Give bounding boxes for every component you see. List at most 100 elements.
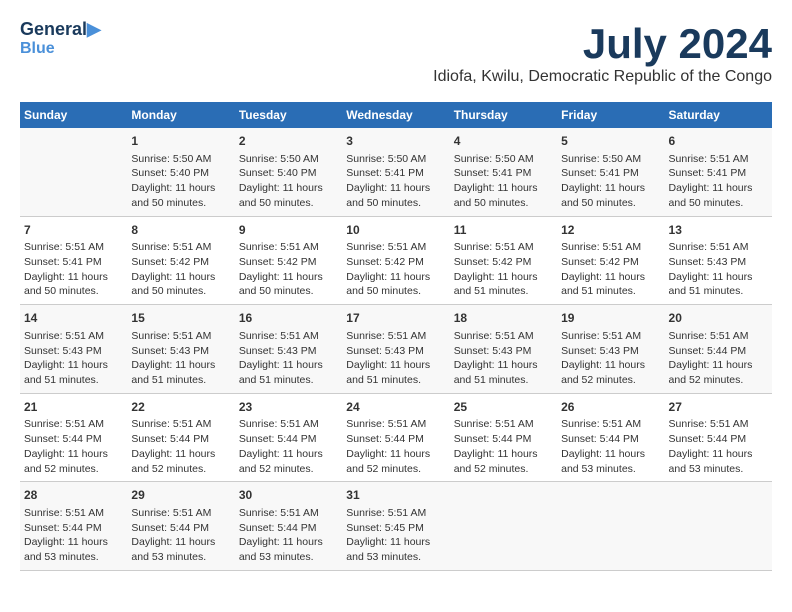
sunrise-text: Sunrise: 5:51 AM [669,418,749,430]
day-number: 22 [131,399,230,416]
calendar-cell [665,482,772,571]
calendar-cell: 6 Sunrise: 5:51 AM Sunset: 5:41 PM Dayli… [665,128,772,216]
sunrise-text: Sunrise: 5:51 AM [239,330,319,342]
sunset-text: Sunset: 5:41 PM [454,167,532,179]
daylight-text: Daylight: 11 hours and 50 minutes. [669,182,753,209]
calendar-cell: 27 Sunrise: 5:51 AM Sunset: 5:44 PM Dayl… [665,393,772,482]
sunset-text: Sunset: 5:40 PM [131,167,209,179]
day-number: 3 [346,133,445,150]
main-title: July 2024 [433,20,772,68]
sunset-text: Sunset: 5:43 PM [454,345,532,357]
sunset-text: Sunset: 5:42 PM [131,256,209,268]
daylight-text: Daylight: 11 hours and 50 minutes. [454,182,538,209]
calendar-cell: 7 Sunrise: 5:51 AM Sunset: 5:41 PM Dayli… [20,216,127,305]
calendar-cell: 14 Sunrise: 5:51 AM Sunset: 5:43 PM Dayl… [20,305,127,394]
calendar-cell: 11 Sunrise: 5:51 AM Sunset: 5:42 PM Dayl… [450,216,557,305]
daylight-text: Daylight: 11 hours and 51 minutes. [131,359,215,386]
sunset-text: Sunset: 5:42 PM [561,256,639,268]
subtitle: Idiofa, Kwilu, Democratic Republic of th… [433,68,772,86]
daylight-text: Daylight: 11 hours and 51 minutes. [346,359,430,386]
daylight-text: Daylight: 11 hours and 51 minutes. [239,359,323,386]
day-number: 18 [454,310,553,327]
sunrise-text: Sunrise: 5:51 AM [669,241,749,253]
sunset-text: Sunset: 5:44 PM [669,433,747,445]
sunrise-text: Sunrise: 5:50 AM [131,153,211,165]
sunrise-text: Sunrise: 5:51 AM [561,241,641,253]
day-number: 31 [346,487,445,504]
calendar-cell: 17 Sunrise: 5:51 AM Sunset: 5:43 PM Dayl… [342,305,449,394]
day-number: 15 [131,310,230,327]
calendar-cell: 31 Sunrise: 5:51 AM Sunset: 5:45 PM Dayl… [342,482,449,571]
calendar-cell: 15 Sunrise: 5:51 AM Sunset: 5:43 PM Dayl… [127,305,234,394]
daylight-text: Daylight: 11 hours and 50 minutes. [239,182,323,209]
logo: General▶ Blue [20,20,101,57]
daylight-text: Daylight: 11 hours and 52 minutes. [24,448,108,475]
sunset-text: Sunset: 5:42 PM [454,256,532,268]
sunset-text: Sunset: 5:44 PM [669,345,747,357]
day-number: 7 [24,222,123,239]
calendar-cell: 3 Sunrise: 5:50 AM Sunset: 5:41 PM Dayli… [342,128,449,216]
daylight-text: Daylight: 11 hours and 50 minutes. [239,271,323,298]
calendar-week-5: 28 Sunrise: 5:51 AM Sunset: 5:44 PM Dayl… [20,482,772,571]
daylight-text: Daylight: 11 hours and 52 minutes. [346,448,430,475]
sunset-text: Sunset: 5:44 PM [239,433,317,445]
day-number: 29 [131,487,230,504]
sunset-text: Sunset: 5:43 PM [669,256,747,268]
page-wrapper: General▶ Blue July 2024 Idiofa, Kwilu, D… [20,20,772,571]
daylight-text: Daylight: 11 hours and 50 minutes. [131,271,215,298]
calendar-cell: 1 Sunrise: 5:50 AM Sunset: 5:40 PM Dayli… [127,128,234,216]
col-monday: Monday [127,102,234,128]
col-wednesday: Wednesday [342,102,449,128]
top-bar: General▶ Blue July 2024 Idiofa, Kwilu, D… [20,20,772,102]
sunset-text: Sunset: 5:41 PM [561,167,639,179]
daylight-text: Daylight: 11 hours and 53 minutes. [669,448,753,475]
calendar-cell: 28 Sunrise: 5:51 AM Sunset: 5:44 PM Dayl… [20,482,127,571]
calendar-cell: 2 Sunrise: 5:50 AM Sunset: 5:40 PM Dayli… [235,128,342,216]
sunrise-text: Sunrise: 5:50 AM [239,153,319,165]
sunrise-text: Sunrise: 5:51 AM [24,330,104,342]
calendar-cell: 21 Sunrise: 5:51 AM Sunset: 5:44 PM Dayl… [20,393,127,482]
calendar-cell: 5 Sunrise: 5:50 AM Sunset: 5:41 PM Dayli… [557,128,664,216]
daylight-text: Daylight: 11 hours and 53 minutes. [131,536,215,563]
sunset-text: Sunset: 5:43 PM [131,345,209,357]
calendar-week-3: 14 Sunrise: 5:51 AM Sunset: 5:43 PM Dayl… [20,305,772,394]
daylight-text: Daylight: 11 hours and 51 minutes. [24,359,108,386]
sunset-text: Sunset: 5:44 PM [561,433,639,445]
calendar-cell: 22 Sunrise: 5:51 AM Sunset: 5:44 PM Dayl… [127,393,234,482]
sunset-text: Sunset: 5:44 PM [131,433,209,445]
sunset-text: Sunset: 5:43 PM [346,345,424,357]
calendar-cell: 24 Sunrise: 5:51 AM Sunset: 5:44 PM Dayl… [342,393,449,482]
sunrise-text: Sunrise: 5:51 AM [131,507,211,519]
sunrise-text: Sunrise: 5:51 AM [131,418,211,430]
sunrise-text: Sunrise: 5:51 AM [24,241,104,253]
sunrise-text: Sunrise: 5:51 AM [346,418,426,430]
sunrise-text: Sunrise: 5:51 AM [24,418,104,430]
calendar-cell: 23 Sunrise: 5:51 AM Sunset: 5:44 PM Dayl… [235,393,342,482]
sunrise-text: Sunrise: 5:51 AM [131,241,211,253]
col-sunday: Sunday [20,102,127,128]
daylight-text: Daylight: 11 hours and 51 minutes. [454,271,538,298]
daylight-text: Daylight: 11 hours and 52 minutes. [561,359,645,386]
day-number: 9 [239,222,338,239]
day-number: 25 [454,399,553,416]
sunset-text: Sunset: 5:44 PM [239,522,317,534]
day-number: 1 [131,133,230,150]
calendar-cell: 9 Sunrise: 5:51 AM Sunset: 5:42 PM Dayli… [235,216,342,305]
day-number: 20 [669,310,768,327]
title-section: July 2024 Idiofa, Kwilu, Democratic Repu… [433,20,772,98]
header-row: Sunday Monday Tuesday Wednesday Thursday… [20,102,772,128]
daylight-text: Daylight: 11 hours and 50 minutes. [346,271,430,298]
logo-text: General▶ Blue [20,20,101,57]
day-number: 16 [239,310,338,327]
sunrise-text: Sunrise: 5:51 AM [131,330,211,342]
day-number: 24 [346,399,445,416]
calendar-cell [20,128,127,216]
calendar-cell: 29 Sunrise: 5:51 AM Sunset: 5:44 PM Dayl… [127,482,234,571]
calendar-cell: 4 Sunrise: 5:50 AM Sunset: 5:41 PM Dayli… [450,128,557,216]
daylight-text: Daylight: 11 hours and 50 minutes. [131,182,215,209]
calendar-week-1: 1 Sunrise: 5:50 AM Sunset: 5:40 PM Dayli… [20,128,772,216]
calendar-cell: 20 Sunrise: 5:51 AM Sunset: 5:44 PM Dayl… [665,305,772,394]
day-number: 21 [24,399,123,416]
day-number: 30 [239,487,338,504]
calendar-week-2: 7 Sunrise: 5:51 AM Sunset: 5:41 PM Dayli… [20,216,772,305]
